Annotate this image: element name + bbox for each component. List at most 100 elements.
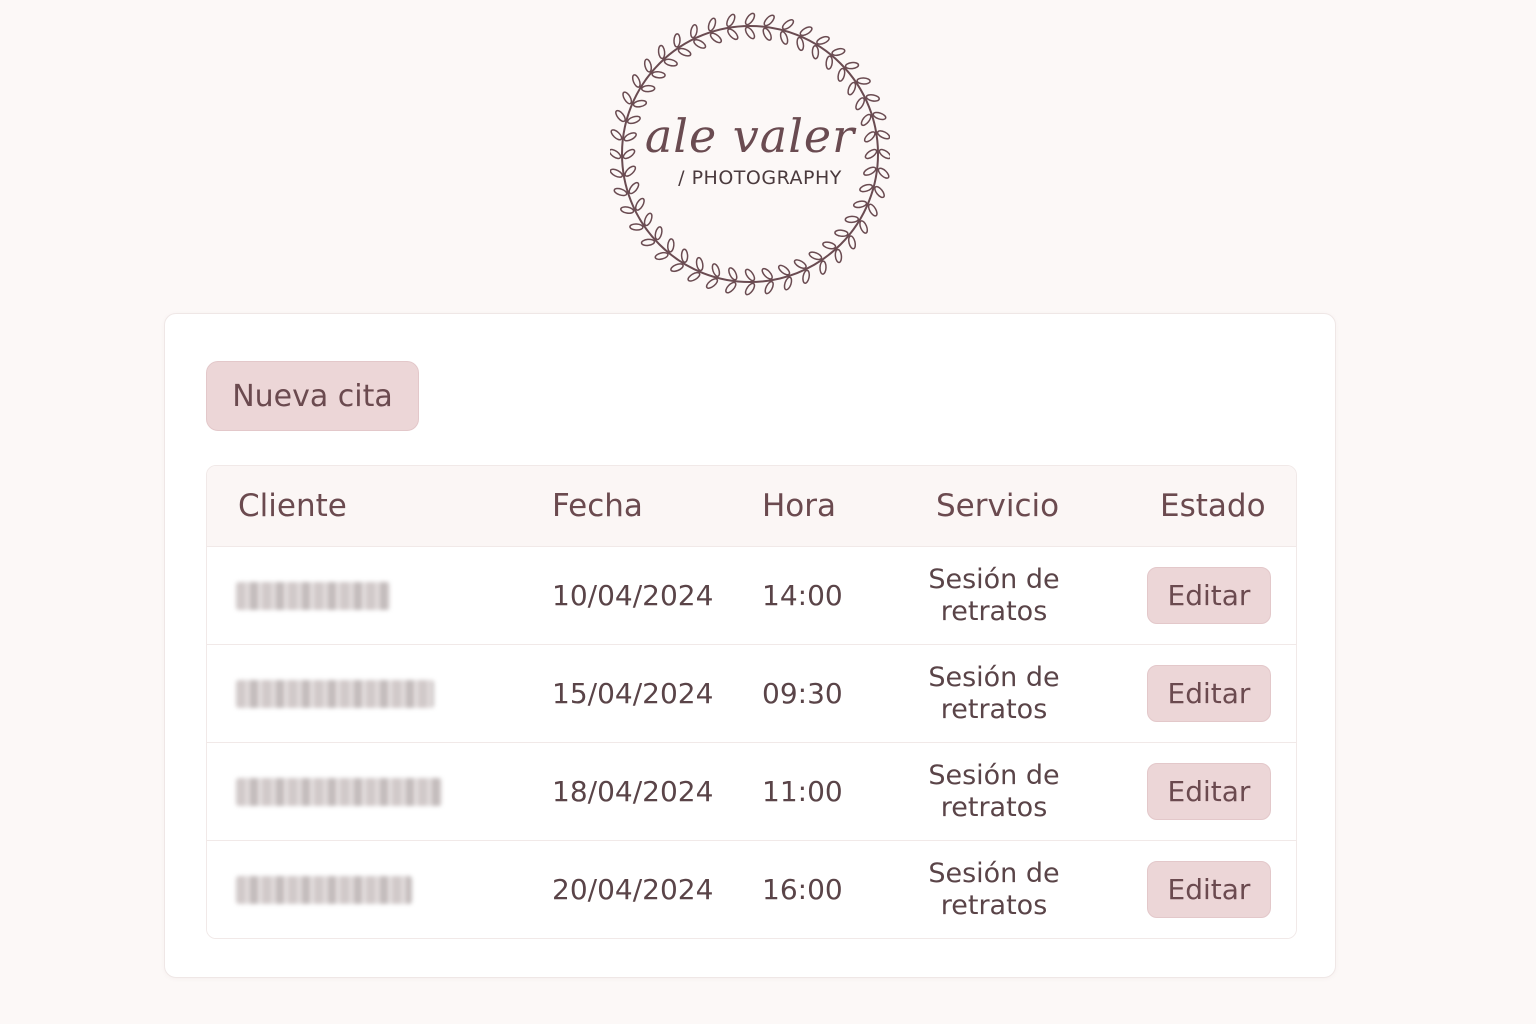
wreath-leaf [744,26,756,40]
logo-subtitle: / PHOTOGRAPHY [678,167,842,189]
wreath-leaf [628,181,640,195]
wreath-leaf [673,33,681,48]
wreath-leaf [808,251,823,261]
wreath-leaf [711,263,721,278]
edit-button[interactable]: Editar [1147,567,1271,624]
wreath-leaf [634,197,645,211]
wreath-leaf [837,67,846,82]
status-cell: Editar [1147,841,1271,938]
wreath-leaf [680,248,689,264]
wreath-leaf [877,167,890,179]
redacted-blur [236,581,390,610]
wreath-leaf [764,280,774,295]
redacted-blur [236,777,442,806]
wreath-leaf [802,269,811,284]
header-time: Hora [762,488,837,524]
wreath-leaf [777,264,791,276]
wreath-leaf [663,58,678,67]
table-row[interactable]: 15/04/2024 09:30 Sesión de retratos Edit… [207,644,1296,742]
wreath-leaf [629,223,644,231]
logo-script-text: ale valer [644,109,856,163]
wreath-leaf [654,226,663,241]
wreath-leaf [728,267,738,281]
wreath-leaf [631,74,641,88]
wreath-leaf [847,235,857,250]
header-date: Fecha [552,488,643,524]
wreath-leaf [763,14,775,27]
wreath-leaf [657,44,666,60]
status-cell: Editar [1147,743,1271,840]
client-name-redacted [236,841,412,938]
wreath-leaf [781,19,795,30]
wreath-leaf [654,251,669,261]
wreath-leaf [643,212,653,227]
wreath-leaf [725,281,737,294]
wreath-leaf [666,238,675,253]
table-row[interactable]: 18/04/2024 11:00 Sesión de retratos Edit… [207,742,1296,840]
time-cell: 09:30 [762,677,843,710]
wreath-leaf [744,268,756,282]
wreath-leaf [613,187,628,197]
edit-button[interactable]: Editar [1147,763,1271,820]
wreath-leaf [761,267,773,280]
wreath-leaf [834,248,843,264]
date-cell: 20/04/2024 [552,873,714,906]
service-cell: Sesión de retratos [928,857,1060,921]
status-cell: Editar [1147,645,1271,742]
header-status: Estado [1160,488,1266,524]
wreath-leaf [695,256,704,272]
wreath-leaf [620,206,635,215]
edit-button[interactable]: Editar [1147,861,1271,918]
wreath-leaf [762,27,772,41]
wreath-leaf [744,282,756,296]
wreath-leaf [622,91,633,105]
date-cell: 10/04/2024 [552,579,714,612]
wreath-leaf [867,203,878,217]
client-name-redacted [236,547,390,644]
date-cell: 15/04/2024 [552,677,714,710]
wreath-leaf [844,61,860,70]
client-name-redacted [236,743,442,840]
table-row[interactable]: 10/04/2024 14:00 Sesión de retratos Edit… [207,546,1296,644]
wreath-leaf [610,168,624,178]
wreath-leaf [865,93,880,102]
wreath-leaf [874,185,885,199]
wreath-leaf [726,13,736,28]
wreath-leaf [693,38,707,49]
service-cell: Sesión de retratos [928,759,1060,823]
wreath-leaf [709,32,723,44]
appointments-table: Cliente Fecha Hora Servicio Estado 10/04… [206,465,1297,939]
wreath-leaf [689,24,698,39]
wreath-leaf [643,58,653,73]
new-appointment-button[interactable]: Nueva cita [206,361,419,431]
redacted-blur [236,679,434,708]
wreath-leaf [783,276,793,291]
wreath-leaf [831,47,846,57]
date-cell: 18/04/2024 [552,775,714,808]
appointments-card: Nueva cita Cliente Fecha Hora Servicio E… [164,313,1336,978]
wreath-leaf [822,241,837,250]
wreath-leaf [640,84,656,93]
wreath-leaf [727,28,739,41]
time-cell: 16:00 [762,873,843,906]
wreath-leaf [799,26,813,37]
wreath-leaf [779,30,789,45]
wreath-leaf [855,97,866,111]
wreath-leaf [847,81,857,96]
time-cell: 11:00 [762,775,843,808]
wreath-leaf [819,260,827,275]
wreath-leaf [844,215,860,224]
wreath-leaf [859,220,869,234]
wreath-leaf [796,36,805,52]
wreath-leaf [705,278,719,289]
wreath-leaf [624,165,637,177]
wreath-leaf [632,99,648,108]
table-header: Cliente Fecha Hora Servicio Estado [207,466,1296,546]
redacted-blur [236,875,412,904]
table-row[interactable]: 20/04/2024 16:00 Sesión de retratos Edit… [207,840,1296,938]
time-cell: 14:00 [762,579,843,612]
wreath-leaf [816,35,830,45]
wreath-leaf [834,229,849,238]
wreath-leaf [640,238,656,247]
edit-button[interactable]: Editar [1147,665,1271,722]
